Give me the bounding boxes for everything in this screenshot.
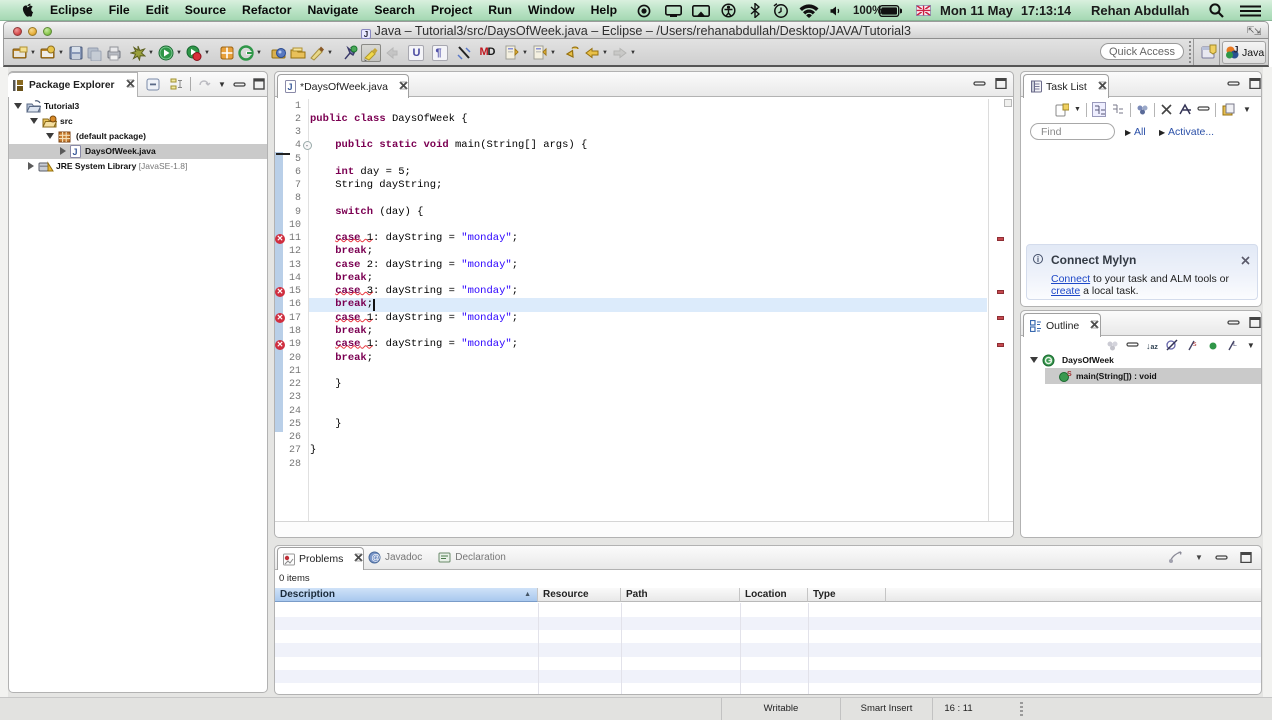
svg-text:J: J <box>73 147 78 157</box>
svg-text:L: L <box>1233 341 1237 348</box>
svg-text:J: J <box>1234 45 1239 55</box>
svg-text:s: s <box>1193 341 1197 348</box>
svg-text:@: @ <box>371 553 380 563</box>
svg-text:S: S <box>1067 371 1072 378</box>
svg-text:J: J <box>288 82 293 92</box>
